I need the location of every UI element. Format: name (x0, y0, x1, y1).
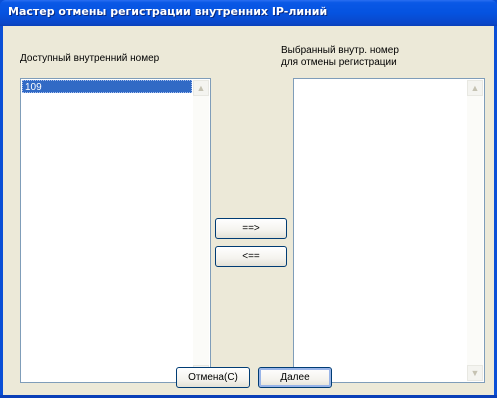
selected-list-scrollbar[interactable]: ▲ ▼ (467, 80, 483, 381)
cancel-button[interactable]: Отмена(С) (176, 367, 250, 388)
title-bar[interactable]: Мастер отмены регистрации внутренних IP-… (0, 0, 497, 26)
next-button[interactable]: Далее (258, 367, 332, 388)
scroll-down-arrow-icon[interactable]: ▼ (467, 365, 483, 381)
selected-extensions-label-line2: для отмены регистрации (281, 57, 397, 68)
list-item[interactable]: 109 (22, 80, 192, 93)
scroll-up-arrow-icon[interactable]: ▲ (193, 80, 209, 96)
available-list-scrollbar[interactable]: ▲ ▼ (193, 80, 209, 381)
window-title: Мастер отмены регистрации внутренних IP-… (8, 5, 328, 18)
available-extensions-list[interactable]: 109 ▲ ▼ (20, 78, 211, 383)
scroll-up-arrow-icon[interactable]: ▲ (467, 80, 483, 96)
remove-from-selection-button[interactable]: <== (215, 246, 287, 267)
add-to-selection-button[interactable]: ==> (215, 218, 287, 239)
selected-extensions-list[interactable]: ▲ ▼ (293, 78, 485, 383)
available-extensions-label: Доступный внутренний номер (20, 53, 160, 64)
selected-extensions-label-line1: Выбранный внутр. номер (281, 45, 399, 56)
wizard-window: Мастер отмены регистрации внутренних IP-… (0, 0, 497, 398)
dialog-body: Доступный внутренний номер 109 ▲ ▼ Выбра… (3, 26, 494, 395)
